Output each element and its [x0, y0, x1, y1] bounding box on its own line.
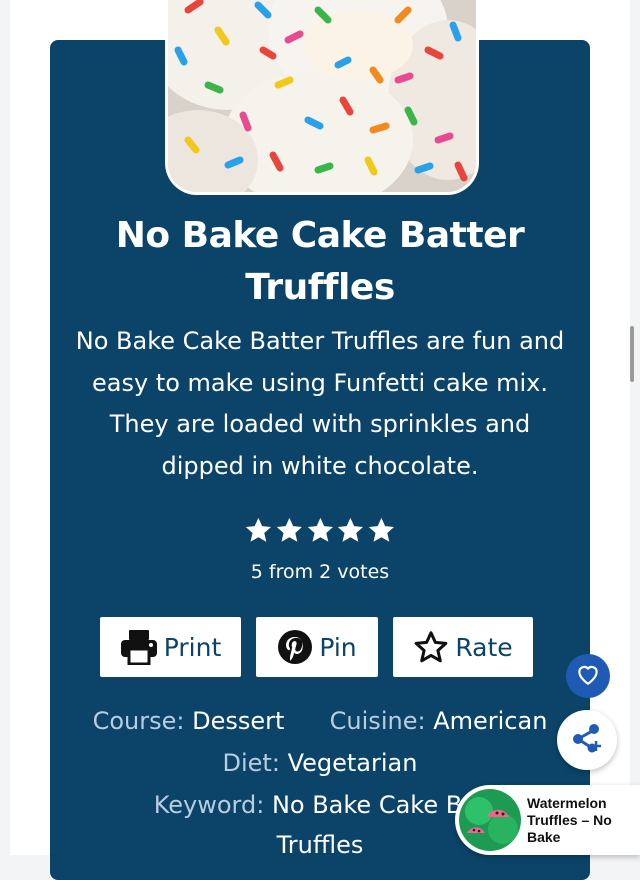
summary-line: No Bake Cake Batter Truffles are fun and — [75, 327, 565, 355]
diet-label: Diet: — [222, 749, 280, 777]
star-rating[interactable] — [244, 516, 396, 550]
save-favorite-button[interactable] — [566, 654, 610, 698]
course-value: Dessert — [192, 707, 285, 735]
star-icon[interactable] — [336, 516, 365, 545]
pin-button[interactable]: Pin — [256, 617, 378, 677]
related-recipe-title: Watermelon Truffles – No Bake — [527, 795, 612, 846]
related-recipe-title-line: Watermelon — [527, 794, 607, 811]
scrollbar-thumb[interactable] — [630, 326, 634, 382]
cuisine-value: American — [433, 707, 548, 735]
related-recipe-popup[interactable]: Watermelon Truffles – No Bake — [455, 785, 640, 855]
related-recipe-thumbnail — [459, 789, 521, 851]
related-recipe-title-line: Bake — [527, 828, 561, 845]
keyword-label: Keyword: — [153, 791, 265, 819]
summary-line: dipped in white chocolate. — [161, 451, 479, 480]
keyword-value: No Bake Cake Bat — [271, 791, 487, 819]
summary-line: easy to make using Funfetti cake mix. — [92, 368, 548, 397]
recipe-meta-course-cuisine: Course: Dessert Cuisine: American — [60, 701, 580, 742]
recipe-title-line: Truffles — [245, 267, 395, 308]
pinterest-icon — [277, 629, 313, 665]
star-outline-icon — [413, 629, 449, 665]
summary-line: They are loaded with sprinkles and — [109, 410, 531, 438]
star-icon[interactable] — [275, 516, 304, 545]
recipe-title: No Bake Cake Batter Truffles — [60, 210, 580, 314]
share-icon — [570, 723, 604, 758]
print-button-label: Print — [163, 632, 222, 662]
heart-icon — [575, 662, 601, 691]
star-icon[interactable] — [244, 516, 273, 545]
recipe-photo — [165, 0, 479, 195]
printer-icon — [120, 629, 158, 665]
diet-value: Vegetarian — [287, 749, 418, 777]
star-icon[interactable] — [367, 516, 396, 545]
pin-button-label: Pin — [319, 632, 357, 662]
course-label: Course: — [92, 707, 185, 735]
rate-button-label: Rate — [455, 632, 513, 662]
recipe-summary: No Bake Cake Batter Truffles are fun and… — [60, 321, 580, 487]
recipe-title-line: No Bake Cake Batter — [115, 215, 525, 256]
rate-button[interactable]: Rate — [393, 617, 533, 677]
print-button[interactable]: Print — [100, 617, 241, 677]
share-button[interactable] — [557, 710, 617, 770]
star-icon[interactable] — [306, 516, 335, 545]
rating-votes-text: 5 from 2 votes — [250, 561, 390, 583]
cuisine-label: Cuisine: — [329, 707, 426, 735]
recipe-meta-diet: Diet: Vegetarian — [60, 743, 580, 784]
related-recipe-title-line: Truffles – No — [527, 811, 612, 828]
